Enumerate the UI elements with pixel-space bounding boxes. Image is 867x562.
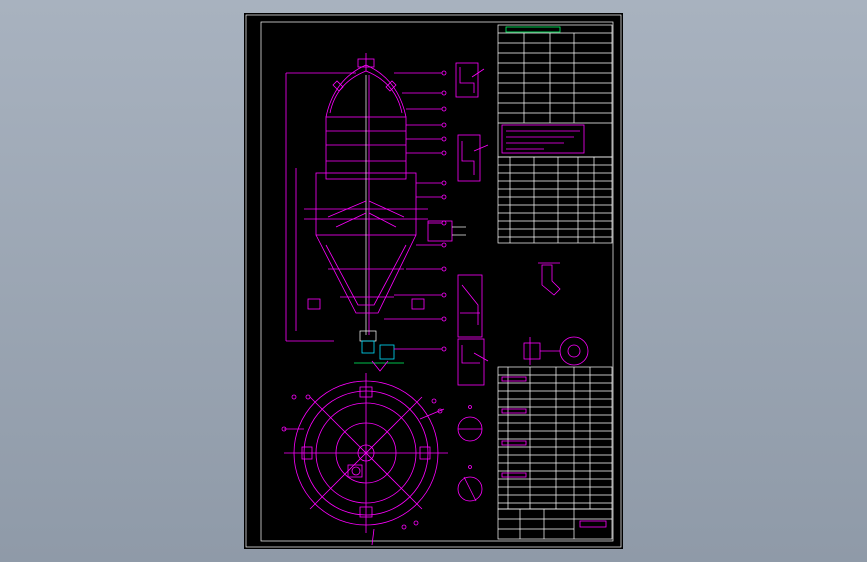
title-block: [497, 508, 613, 540]
reactor-vessel-elevation: [285, 53, 466, 372]
technical-requirements: [497, 24, 613, 158]
reactor-plan-view: [281, 373, 448, 546]
outer-border: [245, 14, 622, 548]
drawing-sheet: [244, 13, 623, 549]
detail-view-d: [457, 338, 489, 386]
cad-viewport[interactable]: [0, 0, 867, 562]
detail-view-b: [457, 134, 489, 182]
flange-detail: [523, 262, 589, 366]
detail-view-c: [457, 274, 483, 338]
detail-view-a: [455, 62, 485, 98]
parts-list: [497, 366, 613, 510]
drawing-canvas: [245, 14, 622, 548]
nozzle-table: [497, 156, 613, 244]
nozzle-detail: [457, 405, 483, 502]
